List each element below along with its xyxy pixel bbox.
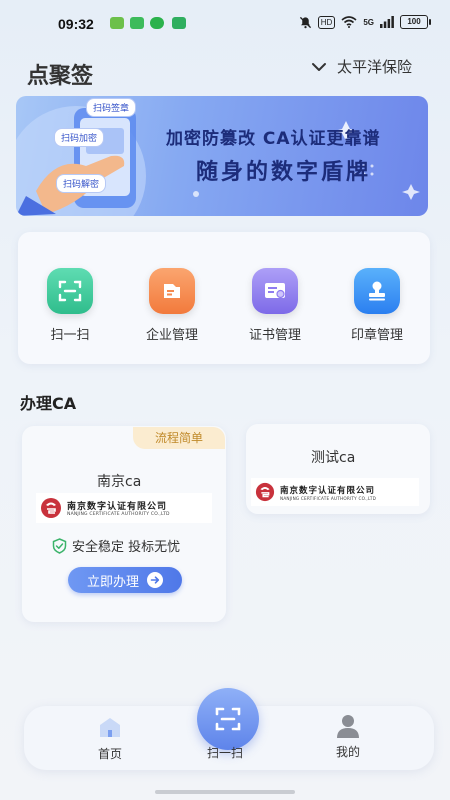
test-ca-logo-en: NANJING CERTIFICATE AUTHORITY CO.,LTD [280, 495, 377, 501]
status-bar: 09:32 HD 5G 100 [0, 0, 450, 44]
feature-certificate-label: 证书管理 [248, 328, 301, 343]
network-type: 5G [363, 17, 374, 27]
message-icon [130, 17, 144, 29]
notification-app-icon [110, 17, 124, 29]
feature-seal[interactable]: 印章管理 [332, 268, 422, 343]
company-selector[interactable]: 太平洋保险 [311, 56, 412, 77]
nanjing-ca-logo: 南京数字认证有限公司 NANJING CERTIFICATE AUTHORITY… [36, 493, 212, 523]
banner-slogan: 随身的数字盾牌 [196, 160, 372, 185]
user-icon [337, 715, 359, 738]
nav-home-label: 首页 [97, 747, 122, 761]
wifi-icon [341, 16, 357, 28]
status-time: 09:32 [58, 16, 94, 32]
feature-certificate[interactable]: 证书管理 [230, 268, 320, 343]
banner-chip-decrypt: 扫码解密 [56, 174, 107, 193]
nav-home[interactable]: 首页 [80, 715, 140, 762]
scan-icon [215, 707, 241, 731]
ca-card-nanjing-name: 南京ca [97, 474, 142, 490]
ca-secure-text: 安全稳定 投标无忧 [72, 540, 181, 555]
feature-enterprise[interactable]: 企业管理 [127, 268, 217, 343]
test-ca-emblem-icon [255, 482, 275, 502]
shield-check-icon [52, 537, 67, 554]
feature-scan[interactable]: 扫一扫 [25, 268, 115, 343]
feature-seal-label: 印章管理 [350, 328, 403, 343]
apply-now-label: 立即办理 [86, 574, 139, 590]
apply-now-button[interactable]: 立即办理 [68, 567, 182, 593]
tag-simple-process: 流程简单 [133, 427, 225, 449]
scan-icon [47, 268, 93, 314]
test-ca-logo-cn: 南京数字认证有限公司 [280, 485, 376, 496]
mute-bell-icon [299, 16, 311, 28]
nav-mine[interactable]: 我的 [318, 713, 378, 760]
feature-enterprise-label: 企业管理 [145, 328, 198, 343]
app-title: 点聚签 [27, 64, 94, 89]
test-ca-logo: 南京数字认证有限公司 NANJING CERTIFICATE AUTHORITY… [251, 478, 419, 506]
company-name: 太平洋保险 [336, 58, 412, 76]
nav-scan-button[interactable] [197, 688, 259, 750]
signal-icon [380, 16, 394, 28]
status-indicators: HD 5G 100 [299, 13, 431, 31]
home-indicator [155, 790, 295, 794]
feature-scan-label: 扫一扫 [50, 328, 90, 343]
ca-secure-note: 安全稳定 投标无忧 [52, 536, 180, 555]
certificate-icon [252, 268, 298, 314]
promo-banner[interactable]: 扫码签章 扫码加密 扫码解密 加密防篡改 CA认证更靠谱 随身的数字盾牌 [16, 96, 428, 216]
nanjing-ca-emblem-icon [41, 498, 61, 518]
home-icon [100, 718, 120, 737]
section-title-ca: 办理CA [20, 394, 77, 413]
hd-badge: HD [317, 15, 336, 29]
banner-chip-sign: 扫码签章 [86, 98, 137, 117]
nanjing-ca-logo-cn: 南京数字认证有限公司 [67, 502, 168, 512]
ca-card-test-name: 测试ca [311, 450, 356, 466]
wechat-icon [150, 17, 164, 29]
nav-scan-label[interactable]: 扫一扫 [207, 744, 243, 761]
folder-icon [149, 268, 195, 314]
banner-chip-encrypt: 扫码加密 [54, 128, 105, 147]
banner-headline: 加密防篡改 CA认证更靠谱 [166, 129, 381, 149]
chevron-down-icon [311, 62, 326, 71]
nav-mine-label: 我的 [335, 745, 360, 759]
nanjing-ca-logo-en: NANJING CERTIFICATE AUTHORITY CO.,LTD [67, 512, 170, 517]
seal-icon [354, 268, 400, 314]
shield-app-icon [172, 17, 186, 29]
arrow-right-icon [147, 572, 163, 588]
battery-indicator: 100 [400, 15, 431, 29]
